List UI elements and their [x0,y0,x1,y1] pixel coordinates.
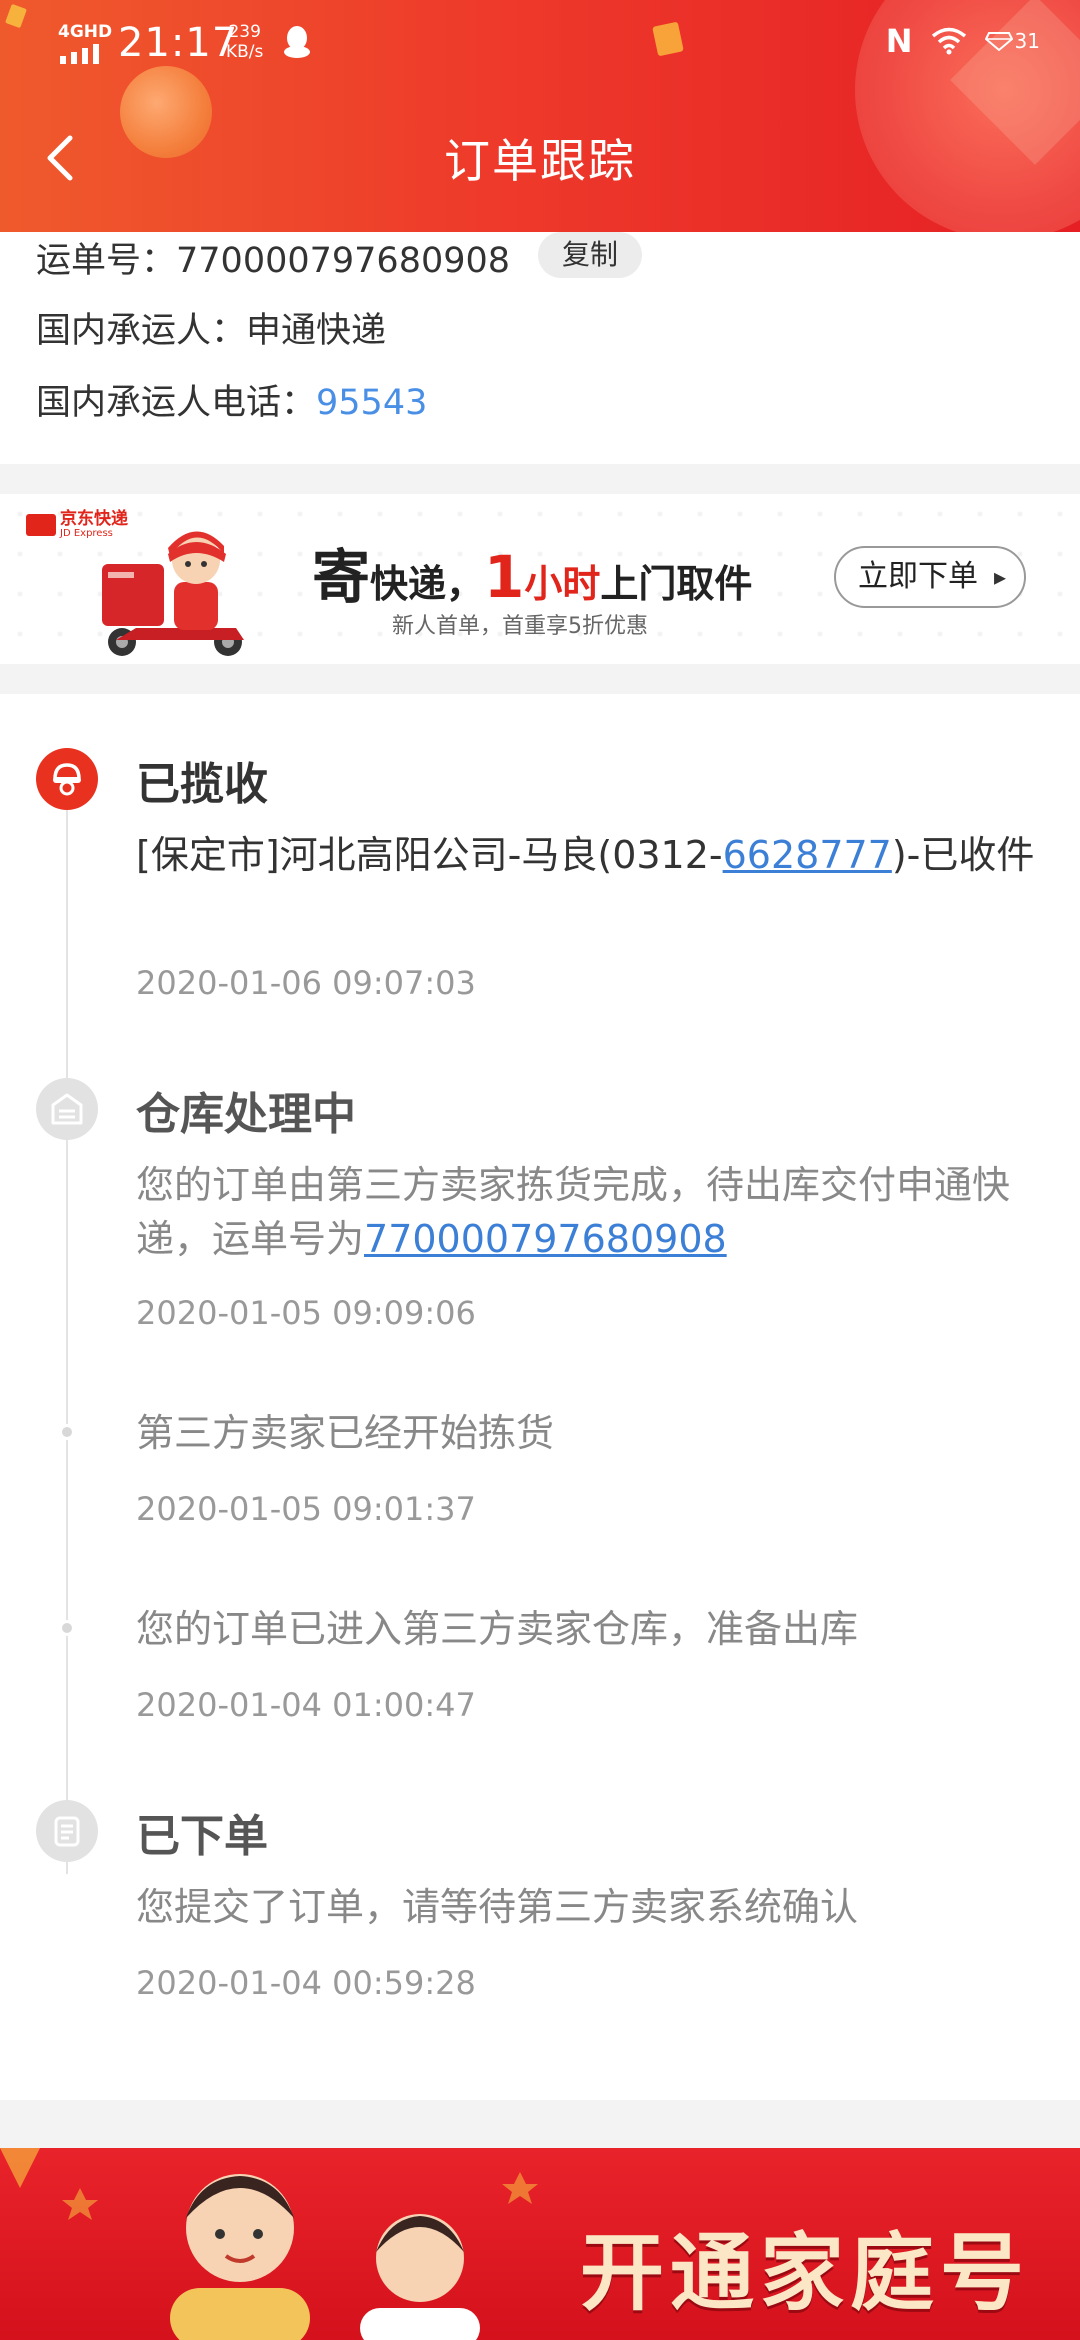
event-time: 2020-01-04 00:59:28 [136,1964,476,2002]
event-status: 仓库处理中 [136,1089,356,1140]
timeline-dot [59,1424,75,1440]
page-title: 订单跟踪 [444,134,636,188]
order-now-label: 立即下单 [858,559,978,594]
phone-link[interactable]: 6628777 [723,833,892,877]
event-time: 2020-01-05 09:09:06 [136,1294,476,1332]
family-account-promo-banner[interactable]: 开通家庭号 [0,2148,1080,2340]
waybill-link[interactable]: 770000797680908 [364,1217,727,1261]
headline-send: 寄 [312,543,371,611]
waybill-card: 运单号：770000797680908 复制 国内承运人：申通快递 国内承运人电… [0,232,1080,464]
carrier-phone-row: 国内承运人电话：95543 [36,374,427,425]
event-text: )-已收件 [891,833,1035,877]
order-now-button[interactable]: 立即下单 ▸ [834,546,1026,608]
event-description: 您的订单由第三方卖家拣货完成，待出库交付申通快递，运单号为77000079768… [136,1158,1036,1266]
headline-one: 1 [484,543,525,611]
battery-indicator: 31 [984,29,1040,53]
headline-hour: 小时 [524,562,601,606]
waybill-number: 770000797680908 [176,241,511,281]
carrier-phone-label: 国内承运人电话： [36,383,317,423]
tracking-timeline: 已揽收 [保定市]河北高阳公司-马良(0312-6628777)-已收件 202… [0,694,1080,2100]
network-speed: 239 KB/s [226,22,263,62]
copy-button[interactable]: 复制 [538,232,642,278]
carrier-row: 国内承运人：申通快递 [36,302,386,353]
qq-icon [284,26,310,58]
jd-logo-icon [26,513,56,536]
promo-title: 开通家庭号 [580,2223,1031,2322]
battery-level: 31 [1014,29,1040,53]
event-status: 已下单 [136,1811,268,1862]
network-speed-value: 239 [228,22,261,42]
battery-icon [984,32,1013,52]
jd-express-banner[interactable]: 京东快递 JD Express 寄快递，1小时上门取件 新人首单，首重享5折优惠… [0,494,1080,664]
waybill-number-label: 运单号： [36,241,177,281]
chevron-right-icon: ▸ [993,563,1006,591]
network-type: 4GHD [58,22,113,42]
carrier-label: 国内承运人： [36,311,247,351]
network-speed-unit: KB/s [226,42,264,62]
waybill-number-row: 运单号：770000797680908 [36,232,510,283]
status-bar: 4GHD 21:17 239 KB/s N 31 [0,0,1080,84]
event-time: 2020-01-05 09:01:37 [136,1490,476,1528]
headline-pickup: 上门取件 [600,562,753,606]
event-description: [保定市]河北高阳公司-马良(0312-6628777)-已收件 [136,828,1036,882]
wifi-icon [931,27,966,55]
event-status: 已揽收 [136,759,268,810]
timeline-dot [59,1620,75,1636]
event-description: 您的订单已进入第三方卖家仓库，准备出库 [136,1607,859,1651]
banner-subline: 新人首单，首重享5折优惠 [392,614,648,639]
clock: 21:17 [118,20,239,66]
timeline-line [66,784,68,1874]
event-text: [保定市]河北高阳公司-马良(0312- [136,833,723,877]
order-document-icon [36,1800,98,1862]
headline-express: 快递， [370,562,485,606]
event-description: 您提交了订单，请等待第三方卖家系统确认 [136,1885,859,1929]
app-header: 4GHD 21:17 239 KB/s N 31 订单跟踪 [0,0,1080,232]
warehouse-icon [36,1078,98,1140]
nfc-icon: N [885,22,913,60]
status-right: N 31 [886,22,1040,60]
courier-illustration-icon [102,531,244,656]
event-time: 2020-01-06 09:07:03 [136,964,476,1002]
courier-icon [36,748,98,810]
carrier-phone-link[interactable]: 95543 [316,383,427,423]
banner-headline: 寄快递，1小时上门取件 [312,530,752,614]
event-time: 2020-01-04 01:00:47 [136,1686,476,1724]
event-description: 第三方卖家已经开始拣货 [136,1411,555,1455]
signal-icon [60,44,99,64]
carrier-name: 申通快递 [246,311,387,351]
